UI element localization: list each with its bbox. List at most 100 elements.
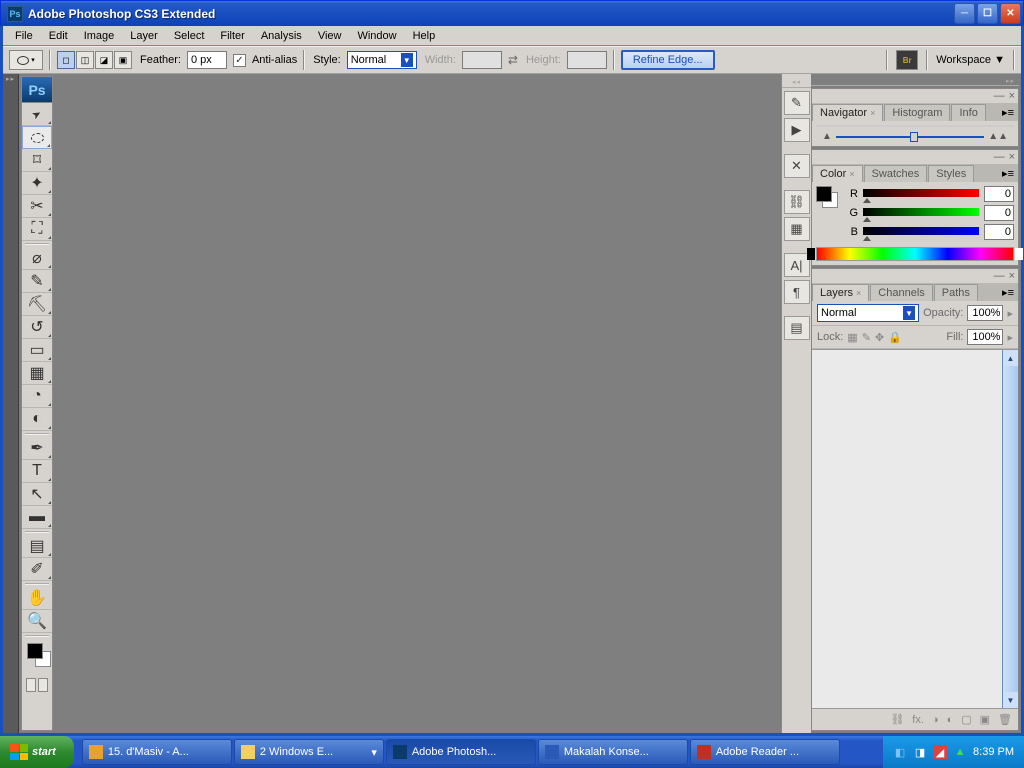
scrollbar[interactable]: ▲ ▼ <box>1002 350 1018 708</box>
move-tool[interactable]: ➤ <box>22 103 52 126</box>
b-slider[interactable] <box>863 227 979 237</box>
height-input[interactable] <box>567 51 607 69</box>
menu-file[interactable]: File <box>7 28 41 44</box>
selection-intersect-button[interactable]: ▣ <box>114 51 132 69</box>
ps-logo-icon[interactable]: Ps <box>22 77 52 103</box>
new-layer-icon[interactable]: ▣ <box>980 713 990 726</box>
menu-view[interactable]: View <box>310 28 350 44</box>
workspace-menu[interactable]: Workspace ▼ <box>936 54 1005 66</box>
minimize-button[interactable]: ─ <box>954 3 975 24</box>
taskbar-item-acrobat[interactable]: Adobe Reader ... <box>690 739 840 765</box>
tray-volume-icon[interactable]: ◨ <box>913 745 927 759</box>
width-input[interactable] <box>462 51 502 69</box>
elliptical-marquee-tool[interactable] <box>22 126 52 149</box>
tab-info[interactable]: Info <box>951 104 985 121</box>
brush-preset-panel-icon[interactable]: ▦ <box>784 217 810 241</box>
lock-all-icon[interactable]: 🔒 <box>888 331 902 344</box>
standard-mode-button[interactable] <box>26 678 36 692</box>
quick-mask-button[interactable] <box>38 678 48 692</box>
g-input[interactable] <box>984 205 1014 221</box>
tray-avira-icon[interactable]: ◢ <box>933 745 947 759</box>
taskbar-item-music[interactable]: 15. d'Masiv - A... <box>82 739 232 765</box>
path-selection-tool[interactable]: ↖ <box>22 483 52 506</box>
hand-tool[interactable]: ✋ <box>22 587 52 610</box>
brush-panel-icon[interactable]: ✎ <box>784 91 810 115</box>
dock-grip-icon[interactable]: ▸▸ <box>811 76 1019 86</box>
blur-tool[interactable]: ◔ <box>22 385 52 408</box>
tab-channels[interactable]: Channels <box>870 284 932 301</box>
delete-layer-icon[interactable]: 🗑 <box>998 713 1012 726</box>
layer-list[interactable]: ▲ ▼ <box>812 349 1018 708</box>
zoom-tool[interactable]: 🔍 <box>22 610 52 633</box>
options-panel-icon[interactable]: ✕ <box>784 154 810 178</box>
selection-add-button[interactable]: ◫ <box>76 51 94 69</box>
layer-mask-icon[interactable]: ◑ <box>932 714 939 726</box>
clone-stamp-tool[interactable]: ⛏ <box>22 293 52 316</box>
layer-fx-icon[interactable]: fx. <box>912 714 924 726</box>
quick-selection-tool[interactable]: ✦ <box>22 172 52 195</box>
menu-help[interactable]: Help <box>405 28 444 44</box>
tab-paths[interactable]: Paths <box>934 284 978 301</box>
crop-tool[interactable]: ✂ <box>22 195 52 218</box>
menu-select[interactable]: Select <box>166 28 213 44</box>
lock-transparent-icon[interactable]: ▦ <box>847 331 857 344</box>
scroll-down-icon[interactable]: ▼ <box>1003 692 1018 708</box>
panel-menu-icon[interactable]: ▸≡ <box>998 104 1018 121</box>
panel-close-icon[interactable]: × <box>1009 151 1015 163</box>
paragraph-panel-icon[interactable]: ¶ <box>784 280 810 304</box>
swap-wh-icon[interactable]: ⇄ <box>508 53 518 67</box>
fill-flyout-icon[interactable]: ▸ <box>1007 331 1013 344</box>
taskbar-item-explorer[interactable]: 2 Windows E...▾ <box>234 739 384 765</box>
clone-source-panel-icon[interactable]: ⛓ <box>784 190 810 214</box>
tab-layers[interactable]: Layers× <box>812 284 869 301</box>
g-slider[interactable] <box>863 208 979 218</box>
group-icon[interactable]: ▢ <box>961 713 971 726</box>
zoom-in-icon[interactable]: ▲▲ <box>988 131 1008 142</box>
close-button[interactable]: ✕ <box>1000 3 1021 24</box>
tab-histogram[interactable]: Histogram <box>884 104 950 121</box>
spot-healing-tool[interactable]: ⌀ <box>22 247 52 270</box>
taskbar-item-photoshop[interactable]: Adobe Photosh... <box>386 739 536 765</box>
menu-layer[interactable]: Layer <box>122 28 166 44</box>
tab-navigator[interactable]: Navigator× <box>812 104 883 121</box>
panel-minimize-icon[interactable]: — <box>994 270 1005 282</box>
selection-new-button[interactable]: ◻ <box>57 51 75 69</box>
brush-tool[interactable]: ✎ <box>22 270 52 293</box>
panel-minimize-icon[interactable]: — <box>994 151 1005 163</box>
menu-window[interactable]: Window <box>349 28 404 44</box>
panel-close-icon[interactable]: × <box>1009 90 1015 102</box>
history-brush-tool[interactable]: ↺ <box>22 316 52 339</box>
eraser-tool[interactable]: ▭ <box>22 339 52 362</box>
opacity-flyout-icon[interactable]: ▸ <box>1007 307 1013 320</box>
fill-input[interactable] <box>967 329 1003 345</box>
tool-presets-panel-icon[interactable]: ▶ <box>784 118 810 142</box>
scroll-up-icon[interactable]: ▲ <box>1003 350 1018 366</box>
eyedropper-tool[interactable]: ✐ <box>22 558 52 581</box>
color-spectrum[interactable] <box>816 247 1014 261</box>
b-input[interactable] <box>984 224 1014 240</box>
link-layers-icon[interactable]: ⛓ <box>890 713 904 726</box>
pen-tool[interactable]: ✒ <box>22 437 52 460</box>
menu-image[interactable]: Image <box>76 28 123 44</box>
navigator-preview[interactable] <box>816 125 1014 127</box>
maximize-button[interactable]: ☐ <box>977 3 998 24</box>
dock-grip-icon[interactable]: ▸▸ <box>3 74 18 84</box>
bridge-button[interactable]: Br <box>896 50 918 70</box>
layer-comps-panel-icon[interactable]: ▤ <box>784 316 810 340</box>
foreground-color-swatch[interactable] <box>27 643 43 659</box>
antialias-checkbox[interactable]: ✓ <box>233 54 246 67</box>
tool-preset-picker[interactable]: ▾ <box>9 50 43 70</box>
tray-safely-remove-icon[interactable]: ▲ <box>953 745 967 759</box>
start-button[interactable]: start <box>0 736 74 768</box>
tab-color[interactable]: Color× <box>812 165 863 182</box>
tab-swatches[interactable]: Swatches <box>864 165 928 182</box>
shape-tool[interactable]: ▬ <box>22 506 52 529</box>
lock-paint-icon[interactable]: ✎ <box>862 331 871 344</box>
zoom-out-icon[interactable]: ▲ <box>822 131 832 142</box>
style-select[interactable]: Normal▼ <box>347 51 417 69</box>
adjustment-layer-icon[interactable]: ◐ <box>947 714 954 726</box>
slice-tool[interactable]: ⛶ <box>22 218 52 241</box>
opacity-input[interactable] <box>967 305 1003 321</box>
type-tool[interactable]: T <box>22 460 52 483</box>
clock[interactable]: 8:39 PM <box>973 746 1014 758</box>
